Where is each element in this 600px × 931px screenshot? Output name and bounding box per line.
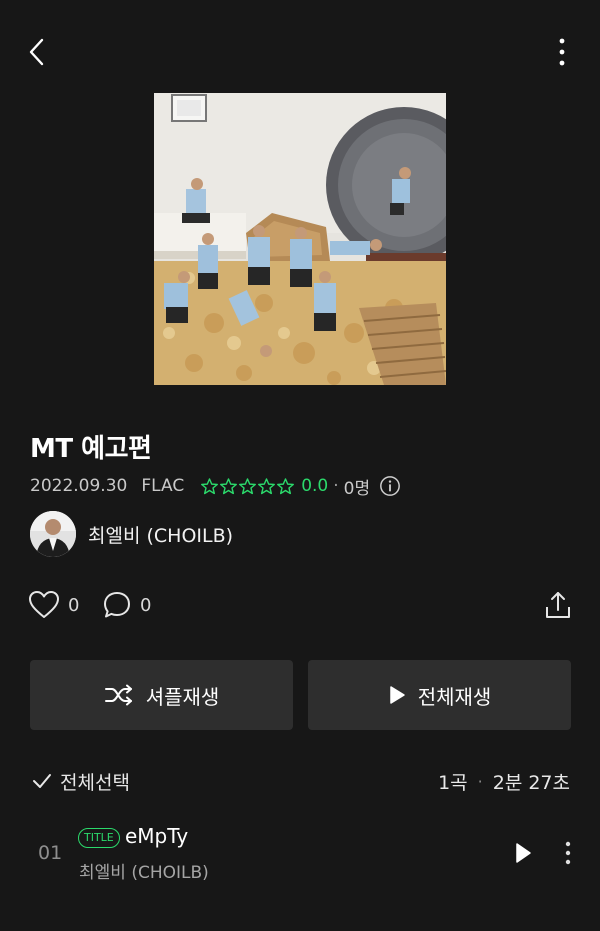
rater-count: 0명: [343, 478, 371, 499]
artist-avatar: [30, 511, 76, 557]
play-icon: [389, 686, 405, 704]
checkmark-icon: [33, 774, 51, 788]
star-outline-icon: [277, 477, 295, 494]
select-all-label: 전체선택: [60, 771, 130, 794]
track-title: eMpTy: [125, 824, 189, 848]
chevron-left-icon: [29, 38, 44, 66]
back-button[interactable]: [22, 34, 52, 70]
heart-icon: [29, 591, 59, 618]
star-outline-icon: [220, 477, 238, 494]
avatar-image: [30, 511, 76, 557]
star-outline-icon: [239, 477, 257, 494]
album-title: MT 예고편: [30, 434, 152, 464]
track-row[interactable]: 01 TITLE eMpTy 최엘비 (CHOILB): [0, 820, 600, 886]
top-bar: [0, 30, 600, 76]
title-track-badge: TITLE: [78, 828, 120, 848]
play-all-label: 전체재생: [417, 684, 492, 709]
shuffle-play-label: 셔플재생: [145, 684, 220, 709]
star-outline-icon: [258, 477, 276, 494]
more-options-button[interactable]: [550, 34, 574, 70]
select-all-button[interactable]: 전체선택: [32, 765, 130, 797]
track-play-button[interactable]: [510, 840, 536, 866]
shuffle-icon: [104, 684, 132, 706]
like-count: 0: [68, 594, 80, 616]
comment-button[interactable]: 0: [102, 590, 151, 620]
album-detail-page: MT 예고편 2022.09.30 FLAC 0.0 · 0명 최엘비 (CHO…: [0, 0, 600, 931]
rating-stars[interactable]: [200, 477, 295, 496]
info-icon[interactable]: [379, 475, 401, 497]
cover-art-image: [154, 93, 446, 385]
social-actions: 0 0: [28, 590, 572, 630]
comment-count: 0: [140, 594, 152, 616]
comment-bubble-icon: [104, 592, 130, 618]
album-cover[interactable]: [154, 93, 446, 385]
artist-link[interactable]: 최엘비 (CHOILB): [30, 510, 233, 558]
play-actions: 셔플재생 전체재생: [30, 660, 571, 730]
meta-separator: ·: [333, 476, 339, 496]
track-summary: 1곡 · 2분 27초: [438, 765, 570, 797]
audio-format: FLAC: [141, 476, 185, 496]
release-date: 2022.09.30: [30, 476, 128, 496]
track-number: 01: [38, 842, 63, 864]
summary-separator: ·: [477, 771, 483, 791]
artist-name: 최엘비 (CHOILB): [88, 524, 234, 547]
album-meta: 2022.09.30 FLAC 0.0 · 0명: [30, 474, 401, 499]
play-all-button[interactable]: 전체재생: [308, 660, 571, 730]
rating-value: 0.0: [301, 476, 329, 496]
vertical-dots-icon: [559, 38, 565, 66]
play-icon: [516, 843, 531, 863]
like-button[interactable]: 0: [28, 590, 79, 620]
track-list-header: 전체선택 1곡 · 2분 27초: [32, 765, 570, 797]
track-count: 1곡: [438, 771, 468, 794]
star-outline-icon: [201, 477, 219, 494]
vertical-dots-icon: [565, 841, 571, 865]
track-more-button[interactable]: [558, 839, 578, 867]
total-duration: 2분 27초: [492, 771, 570, 794]
share-icon: [546, 592, 570, 618]
shuffle-play-button[interactable]: 셔플재생: [30, 660, 293, 730]
track-artist: 최엘비 (CHOILB): [79, 863, 209, 883]
share-button[interactable]: [544, 590, 572, 620]
